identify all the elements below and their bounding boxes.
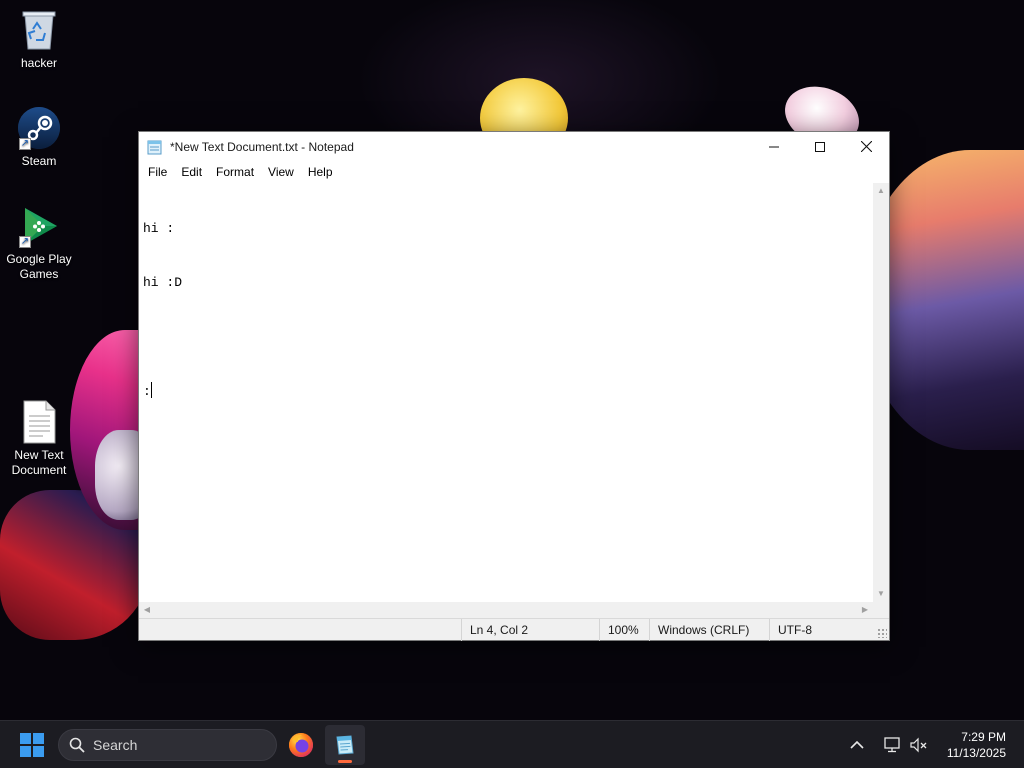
taskbar-search-box[interactable]: Search (58, 729, 277, 761)
text-document-icon (17, 400, 61, 444)
firefox-icon (289, 733, 313, 757)
desktop-icon-label: Steam (21, 154, 57, 168)
windows-logo-icon (20, 733, 44, 757)
network-icon (884, 737, 900, 753)
editor-line-current: : (143, 382, 869, 401)
notepad-window: *New Text Document.txt - Notepad File Ed… (138, 131, 890, 641)
close-button[interactable] (843, 132, 889, 161)
minimize-icon (769, 146, 779, 147)
desktop-icon-label: Google Play Games (6, 252, 72, 281)
text-caret (150, 382, 152, 398)
menu-bar: File Edit Format View Help (139, 161, 889, 183)
scroll-right-icon[interactable]: ▶ (857, 602, 873, 618)
status-line-ending: Windows (CRLF) (649, 618, 769, 641)
menu-format[interactable]: Format (209, 165, 261, 179)
desktop-icon-new-text-document[interactable]: New Text Document (2, 400, 76, 478)
close-icon (860, 141, 872, 152)
start-button[interactable] (16, 731, 48, 759)
desktop-icon-steam[interactable]: ↗ Steam (2, 106, 76, 169)
shortcut-arrow-icon: ↗ (19, 138, 31, 150)
menu-view[interactable]: View (261, 165, 301, 179)
desktop-icon-label: New Text Document (11, 448, 67, 477)
scroll-up-icon[interactable]: ▲ (873, 183, 889, 199)
desktop-icon-label: hacker (20, 56, 58, 70)
shortcut-arrow-icon: ↗ (19, 236, 31, 248)
scroll-down-icon[interactable]: ▼ (873, 586, 889, 602)
menu-file[interactable]: File (141, 165, 174, 179)
menu-edit[interactable]: Edit (174, 165, 209, 179)
volume-tray-button[interactable] (910, 721, 928, 768)
scroll-left-icon[interactable]: ◀ (139, 602, 155, 618)
show-hidden-icons-button[interactable] (850, 721, 864, 768)
clock-date: 11/13/2025 (946, 746, 1006, 760)
notepad-icon (147, 140, 162, 154)
steam-icon: ↗ (17, 106, 61, 150)
taskbar-clock[interactable]: 7:29 PM 11/13/2025 (947, 729, 1006, 761)
desktop-icon-recycle-bin[interactable]: hacker (2, 8, 76, 71)
taskbar: Search 7:29 PM 11/13/2025 (0, 720, 1024, 768)
resize-grip-icon[interactable] (877, 628, 887, 638)
network-tray-button[interactable] (884, 721, 902, 768)
editor-line: hi :D (143, 275, 183, 290)
editor-line: hi : (143, 221, 175, 236)
active-app-indicator (338, 760, 352, 763)
horizontal-scrollbar[interactable]: ◀ ▶ (139, 602, 873, 618)
vertical-scrollbar[interactable]: ▲ ▼ (873, 183, 889, 602)
maximize-icon (815, 141, 825, 152)
notepad-icon (336, 735, 354, 755)
google-play-games-icon: ↗ (17, 204, 61, 248)
editor-line-text: : (143, 384, 151, 399)
scrollbar-corner (873, 602, 889, 618)
menu-help[interactable]: Help (301, 165, 340, 179)
desktop-icon-google-play-games[interactable]: ↗ Google Play Games (2, 204, 76, 282)
minimize-button[interactable] (751, 132, 797, 161)
taskbar-app-firefox[interactable] (281, 725, 321, 765)
search-icon (69, 737, 85, 753)
maximize-button[interactable] (797, 132, 843, 161)
window-title: *New Text Document.txt - Notepad (170, 139, 354, 154)
status-zoom: 100% (599, 618, 649, 641)
recycle-bin-icon (17, 8, 61, 52)
status-cursor-position: Ln 4, Col 2 (461, 618, 599, 641)
status-encoding: UTF-8 (769, 618, 879, 641)
text-editor[interactable]: hi : hi :D : (139, 183, 873, 602)
taskbar-app-notepad[interactable] (325, 725, 365, 765)
volume-muted-icon (910, 737, 927, 753)
title-bar[interactable]: *New Text Document.txt - Notepad (139, 132, 889, 161)
status-bar: Ln 4, Col 2 100% Windows (CRLF) UTF-8 (139, 618, 889, 641)
clock-time: 7:29 PM (961, 730, 1006, 744)
chevron-up-icon (850, 740, 864, 749)
search-label: Search (93, 737, 138, 753)
